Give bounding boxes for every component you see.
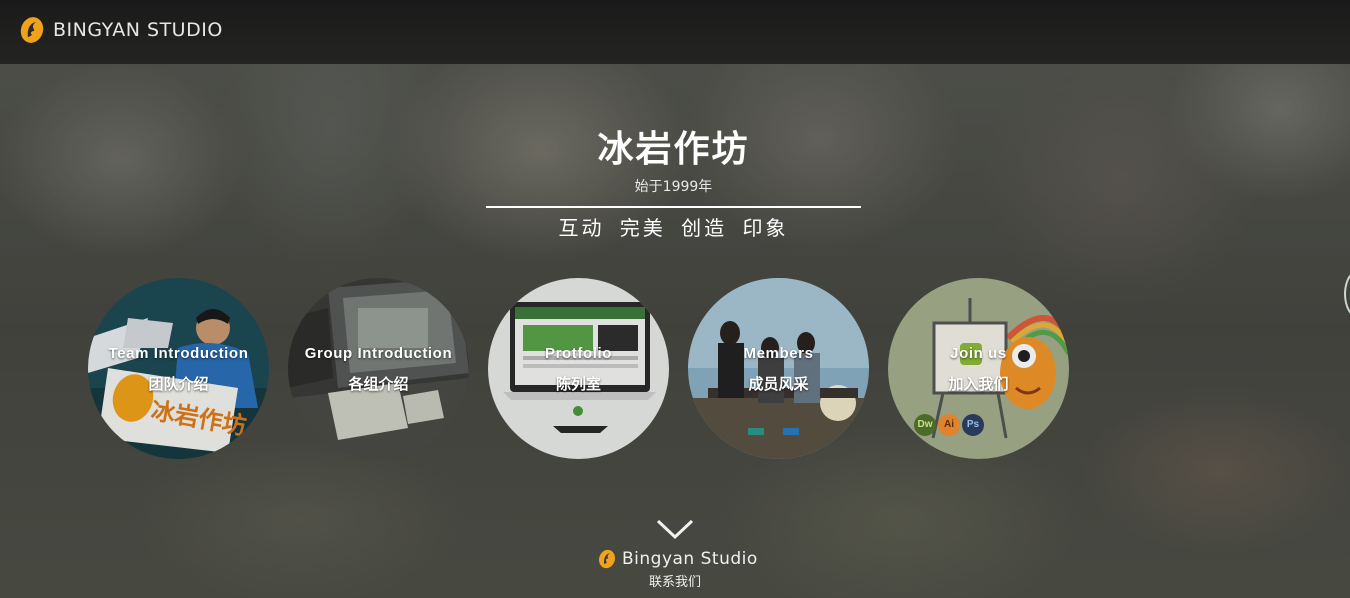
team-introduction-label-cn: 团队介绍 (148, 375, 209, 393)
page-title: 冰岩作坊 (597, 129, 750, 170)
team-introduction-circle[interactable]: 冰岩作坊 Team Introduction 团队介绍 (88, 278, 269, 459)
hero-section: 冰岩作坊 始于1999年 互动 完美 创造 印象 (486, 125, 861, 242)
brand-logo-link[interactable]: BINGYAN STUDIO (18, 13, 223, 47)
dw-badge: Dw (914, 414, 936, 436)
bingyan-logo-icon (598, 549, 616, 569)
group-introduction-circle[interactable]: Group Introduction 各组介绍 (288, 278, 469, 459)
portfolio-label: Protfolio (544, 345, 613, 362)
brand-name: BINGYAN STUDIO (53, 19, 223, 41)
portfolio-circle[interactable]: Protfolio 陈列室 (488, 278, 669, 459)
slogan-text: 互动 完美 创造 印象 (558, 216, 789, 240)
group-introduction-label-cn: 各组介绍 (348, 375, 409, 393)
bingyan-logo-icon (20, 17, 44, 43)
title-divider (486, 206, 861, 208)
join-us-circle[interactable]: Dw Ai Ps Join us 加入我们 (888, 278, 1069, 459)
ps-badge: Ps (962, 414, 984, 436)
portfolio-label-cn: 陈列室 (555, 375, 601, 393)
members-label: Members (743, 345, 814, 362)
founded-text: 始于1999年 (634, 179, 713, 195)
members-circle[interactable]: Members 成员风采 (688, 278, 869, 459)
footer-brand: Bingyan Studio (597, 547, 758, 571)
ai-badge: Ai (938, 414, 960, 436)
join-badges: Dw Ai Ps (914, 414, 984, 436)
chevron-down-icon[interactable] (656, 518, 694, 540)
footer-brand-name: Bingyan Studio (622, 549, 758, 569)
join-us-label: Join us (950, 345, 1007, 362)
group-introduction-label: Group Introduction (304, 345, 453, 362)
join-us-label-cn: 加入我们 (948, 375, 1009, 393)
team-introduction-label: Team Introduction (108, 345, 249, 362)
members-label-cn: 成员风采 (748, 375, 809, 393)
contact-us-link[interactable]: 联系我们 (600, 571, 750, 590)
top-navbar: BINGYAN STUDIO (0, 0, 1350, 64)
